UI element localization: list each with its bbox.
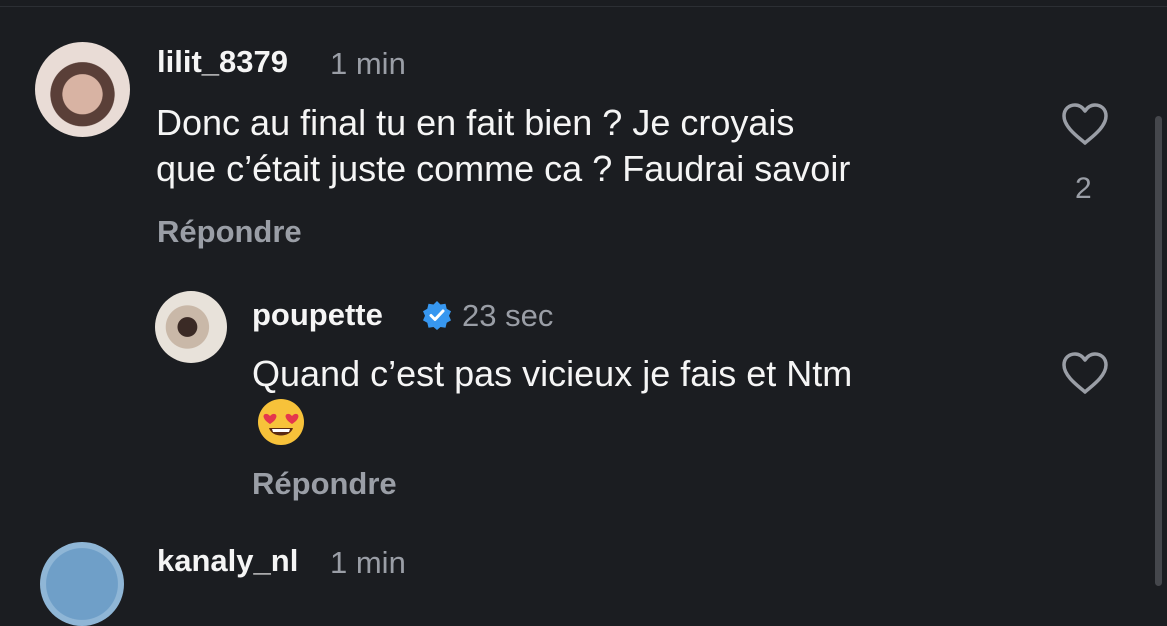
heart-icon[interactable] xyxy=(1060,101,1110,147)
reply-button[interactable]: Répondre xyxy=(157,214,302,250)
scrollbar[interactable] xyxy=(1155,116,1162,586)
comment-username[interactable]: lilit_8379 xyxy=(157,44,288,80)
verified-badge-icon xyxy=(423,301,451,330)
avatar[interactable] xyxy=(35,42,130,137)
comment-timestamp: 23 sec xyxy=(462,298,554,333)
like-count: 2 xyxy=(1075,172,1092,205)
comment-text-line-2: que c’était juste comme ca ? Faudrai sav… xyxy=(156,148,851,189)
avatar[interactable] xyxy=(40,542,124,626)
top-divider xyxy=(0,6,1167,7)
heart-eyes-emoji-icon xyxy=(258,399,304,445)
heart-icon[interactable] xyxy=(1060,350,1110,396)
comment-timestamp: 1 min xyxy=(330,46,406,81)
comment-text-line-1: Quand c’est pas vicieux je fais et Ntm xyxy=(252,353,853,394)
reply-button[interactable]: Répondre xyxy=(252,466,397,502)
comment-timestamp: 1 min xyxy=(330,545,406,580)
comment-username[interactable]: poupette xyxy=(252,297,383,333)
comment-username[interactable]: kanaly_nl xyxy=(157,543,298,579)
avatar[interactable] xyxy=(155,291,227,363)
comment-text-line-1: Donc au final tu en fait bien ? Je croya… xyxy=(156,102,795,143)
